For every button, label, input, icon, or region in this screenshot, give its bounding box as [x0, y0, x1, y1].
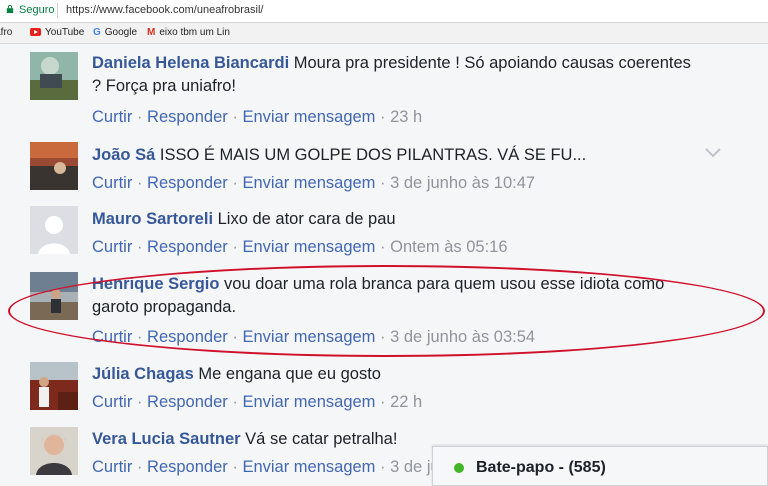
comment-actions: Curtir · Responder · Enviar mensagem · O… [92, 237, 508, 257]
separator-dot: · [136, 238, 143, 256]
bookmarks-bar: Afro YouTube GGoogle Meixo tbm um Lin [0, 23, 768, 44]
separator-dot: · [232, 238, 238, 256]
reply-link[interactable]: Responder [147, 174, 228, 192]
separator-dot: · [380, 238, 386, 256]
comment-actions: Curtir · Responder · Enviar mensagem · 2… [92, 107, 422, 127]
bookmark-label: YouTube [45, 27, 85, 38]
like-link[interactable]: Curtir [92, 238, 132, 256]
comment-text: Lixo de ator cara de pau [217, 210, 396, 228]
chat-bar[interactable]: Bate-papo - (585) [432, 446, 768, 486]
avatar[interactable] [30, 52, 78, 100]
address-bar[interactable]: Seguro https://www.facebook.com/uneafrob… [0, 0, 768, 23]
chat-label[interactable]: Bate-papo - (585) [476, 459, 606, 477]
comment-body: João Sá ISSO É MAIS UM GOLPE DOS PILANTR… [92, 144, 702, 167]
separator-dot: · [232, 174, 238, 192]
comment-actions: Curtir · Responder · Enviar mensagem · 2… [92, 392, 422, 412]
separator-dot: · [232, 458, 238, 476]
separator-dot: · [380, 393, 386, 411]
like-link[interactable]: Curtir [92, 458, 132, 476]
comment-timestamp[interactable]: 22 h [390, 393, 422, 411]
separator-dot: · [136, 174, 143, 192]
separator-dot: · [232, 393, 238, 411]
reply-link[interactable]: Responder [147, 458, 228, 476]
avatar[interactable] [30, 272, 78, 320]
address-separator [57, 3, 58, 18]
separator-dot: · [380, 458, 386, 476]
youtube-icon [30, 28, 41, 36]
comment-text: ISSO É MAIS UM GOLPE DOS PILANTRAS. VÁ S… [159, 146, 587, 164]
bookmark-google[interactable]: G Google [93, 27, 137, 38]
comment-actions: Curtir · Responder · Enviar mensagem · 3… [92, 173, 535, 193]
comment-body: Henrique Sergio vou doar uma rola branca… [92, 273, 702, 319]
comment-timestamp[interactable]: Ontem às 05:16 [390, 238, 507, 256]
comment-feed: Daniela Helena Biancardi Moura pra presi… [0, 44, 768, 483]
comment-text: Me engana que eu gosto [198, 365, 381, 383]
send-message-link[interactable]: Enviar mensagem [242, 393, 375, 411]
chevron-down-icon[interactable] [704, 147, 722, 159]
comment-actions: Curtir · Responder · Enviar mensagem · 3… [92, 327, 535, 347]
like-link[interactable]: Curtir [92, 328, 132, 346]
online-status-icon [454, 463, 464, 473]
bookmark-label: eixo tbm um Lin [159, 27, 230, 38]
secure-label: Seguro [19, 4, 55, 16]
separator-dot: · [136, 458, 143, 476]
separator-dot: · [136, 108, 143, 126]
send-message-link[interactable]: Enviar mensagem [242, 458, 375, 476]
comment-author[interactable]: João Sá [92, 146, 155, 164]
comment-text: Vá se catar petralha! [245, 430, 398, 448]
bookmark-afro[interactable]: Afro [0, 27, 12, 38]
reply-link[interactable]: Responder [147, 238, 228, 256]
separator-dot: · [380, 174, 386, 192]
lock-icon [6, 5, 14, 13]
separator-dot: · [380, 108, 386, 126]
avatar[interactable] [30, 427, 78, 475]
comment-author[interactable]: Júlia Chagas [92, 365, 194, 383]
bookmark-label: Afro [0, 27, 13, 38]
avatar[interactable] [30, 362, 78, 410]
reply-link[interactable]: Responder [147, 108, 228, 126]
reply-link[interactable]: Responder [147, 393, 228, 411]
avatar[interactable] [30, 206, 78, 254]
send-message-link[interactable]: Enviar mensagem [242, 174, 375, 192]
comment-author[interactable]: Henrique Sergio [92, 275, 219, 293]
comment-author[interactable]: Vera Lucia Sautner [92, 430, 241, 448]
separator-dot: · [380, 328, 386, 346]
separator-dot: · [136, 393, 143, 411]
comment-author[interactable]: Daniela Helena Biancardi [92, 54, 289, 72]
google-icon: G [93, 27, 101, 38]
like-link[interactable]: Curtir [92, 174, 132, 192]
bookmark-label: Google [104, 27, 138, 38]
comment-body: Mauro Sartoreli Lixo de ator cara de pau [92, 208, 702, 231]
separator-dot: · [136, 328, 143, 346]
separator-dot: · [232, 328, 238, 346]
avatar[interactable] [30, 142, 78, 190]
like-link[interactable]: Curtir [92, 108, 132, 126]
send-message-link[interactable]: Enviar mensagem [242, 238, 375, 256]
comment-timestamp[interactable]: 23 h [390, 108, 422, 126]
separator-dot: · [232, 108, 238, 126]
comment-timestamp[interactable]: 3 de junho às 03:54 [390, 328, 535, 346]
url-text[interactable]: https://www.facebook.com/uneafrobrasil/ [66, 4, 263, 16]
comment-body: Daniela Helena Biancardi Moura pra presi… [92, 52, 702, 98]
comment-timestamp[interactable]: 3 de junho às 10:47 [390, 174, 535, 192]
send-message-link[interactable]: Enviar mensagem [242, 108, 375, 126]
like-link[interactable]: Curtir [92, 393, 132, 411]
bookmark-gmail[interactable]: Meixo tbm um Lin [147, 27, 230, 38]
reply-link[interactable]: Responder [147, 328, 228, 346]
bookmark-youtube[interactable]: YouTube [30, 27, 84, 38]
comment-author[interactable]: Mauro Sartoreli [92, 210, 213, 228]
comment-body: Júlia Chagas Me engana que eu gosto [92, 363, 702, 386]
gmail-icon: M [147, 27, 156, 38]
send-message-link[interactable]: Enviar mensagem [242, 328, 375, 346]
